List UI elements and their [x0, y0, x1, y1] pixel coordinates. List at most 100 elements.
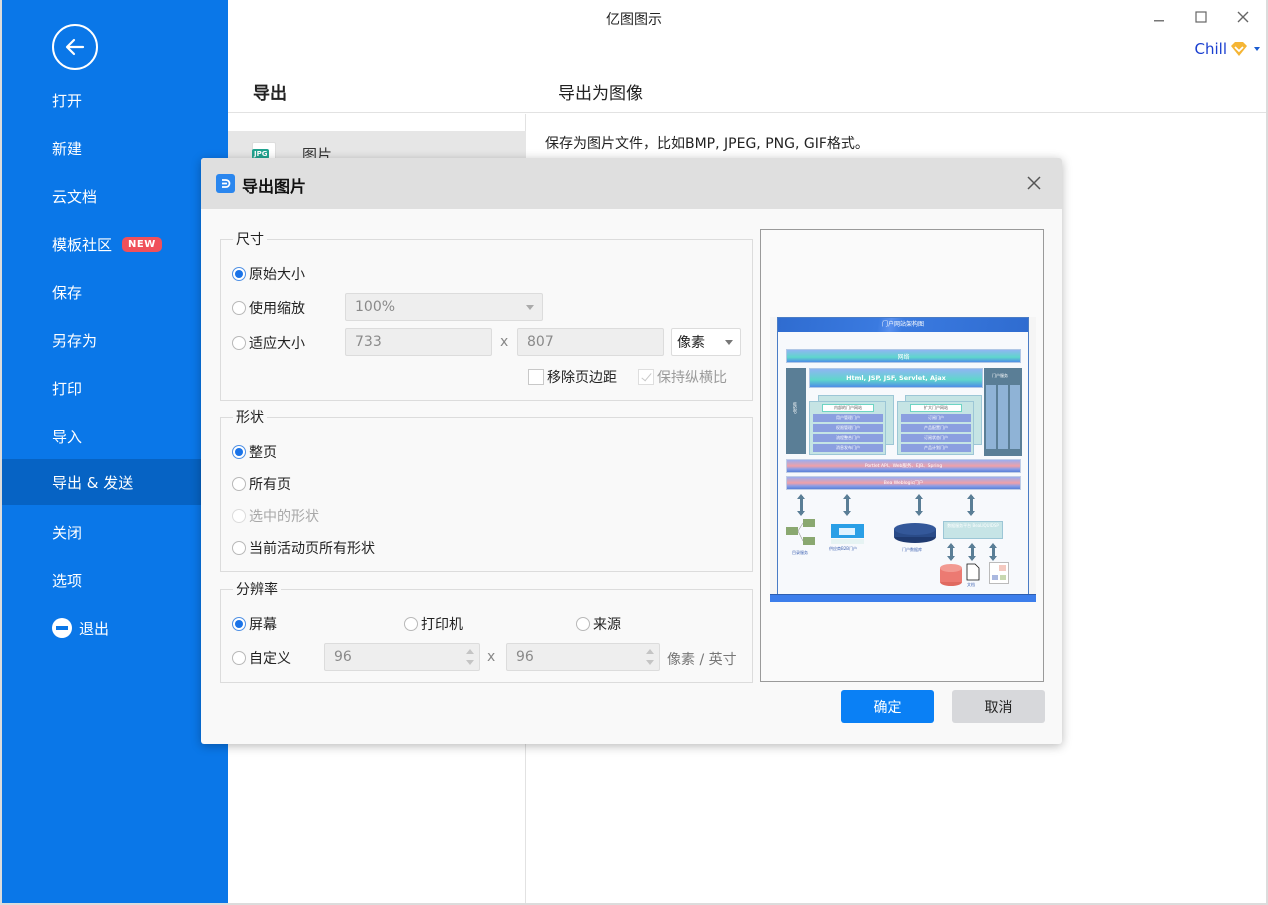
export-subtitle: 导出为图像 — [558, 84, 643, 104]
dpi-y-input[interactable]: 96 — [506, 643, 660, 671]
preview-footer-bar — [770, 594, 1036, 602]
radio-label: 打印机 — [421, 617, 463, 633]
external-portal-row: 订阅门户 — [901, 414, 971, 422]
sidebar-item-label: 打印 — [52, 379, 83, 398]
sidebar-item-close[interactable]: 关闭 — [2, 509, 228, 555]
app-title: 亿图图示 — [606, 12, 662, 28]
title-bar: 亿图图示 Chill — [228, 0, 1266, 58]
minimize-icon — [1154, 20, 1164, 22]
sidebar-item-new[interactable]: 新建 — [2, 125, 228, 171]
sidebar-item-options[interactable]: 选项 — [2, 557, 228, 603]
report-icon — [989, 562, 1009, 584]
radio-label: 自定义 — [249, 651, 291, 667]
document-icon — [966, 563, 980, 581]
unit-value: 像素 — [677, 335, 705, 351]
internal-portal-row: 权限管理门户 — [813, 424, 883, 432]
sidebar-item-open[interactable]: 打开 — [2, 77, 228, 123]
radio-checked-icon — [232, 445, 246, 459]
sidebar-item-label: 云文档 — [52, 187, 98, 206]
zoom-select[interactable]: 100% — [345, 293, 543, 321]
export-title: 导出 — [253, 84, 287, 104]
maximize-icon — [1195, 11, 1207, 23]
dialog-title: 导出图片 — [242, 177, 307, 196]
cancel-button[interactable]: 取消 — [952, 690, 1045, 723]
remove-margin-checkbox[interactable]: 移除页边距 — [528, 367, 617, 387]
internal-portal-label: 内部的门户网站 — [822, 404, 874, 412]
resolution-legend: 分辨率 — [233, 579, 281, 599]
radio-use-zoom[interactable]: 使用缩放 — [232, 298, 305, 318]
chevron-down-icon — [526, 305, 534, 310]
radio-printer[interactable]: 打印机 — [404, 614, 463, 634]
dpi-y-value: 96 — [516, 649, 534, 665]
dpi-unit: 像素 / 英寸 — [667, 652, 737, 668]
radio-current-page-shapes[interactable]: 当前活动页所有形状 — [232, 538, 375, 558]
spinner-icon[interactable] — [466, 648, 474, 666]
keep-aspect-ratio-checkbox[interactable]: 保持纵横比 — [638, 367, 727, 387]
wsrp-label: WSRP — [792, 402, 797, 414]
radio-unchecked-icon — [576, 617, 590, 631]
radio-custom[interactable]: 自定义 — [232, 648, 291, 668]
unit-select[interactable]: 像素 — [671, 328, 741, 356]
radio-selected-shapes[interactable]: 选中的形状 — [232, 506, 319, 526]
external-portal-row: 订阅状态门户 — [901, 434, 971, 442]
data-platform-box: 数据服务平台 BeaLIQUIDSP — [943, 521, 1003, 539]
export-image-dialog: 导出图片 尺寸 原始大小 使用缩放 100% 适应大小 733 x 807 像素… — [201, 158, 1062, 744]
portlet-api-bar: Portlet API、Web服务、EJB、Spring — [786, 459, 1021, 473]
ok-button[interactable]: 确定 — [841, 690, 934, 723]
weblogic-bar: Bea Weblogic门户 — [786, 476, 1021, 490]
spinner-icon[interactable] — [646, 648, 654, 666]
radio-all-pages[interactable]: 所有页 — [232, 474, 291, 494]
double-arrow-icon — [989, 543, 997, 561]
close-window-button[interactable] — [1230, 6, 1256, 28]
external-portal-row: 产品配置门户 — [901, 424, 971, 432]
sidebar-item-label: 导入 — [52, 427, 83, 446]
sidebar-item-save-as[interactable]: 另存为 — [2, 317, 228, 363]
width-input[interactable]: 733 — [345, 328, 492, 356]
radio-source[interactable]: 来源 — [576, 614, 621, 634]
radio-label: 适应大小 — [249, 336, 305, 352]
caption: 文档 — [967, 582, 975, 587]
height-input[interactable]: 807 — [517, 328, 664, 356]
radio-unchecked-icon — [232, 651, 246, 665]
sidebar-item-import[interactable]: 导入 — [2, 413, 228, 459]
sidebar-item-template-community[interactable]: 模板社区 NEW — [2, 221, 228, 267]
dpi-x-input[interactable]: 96 — [324, 643, 480, 671]
radio-whole-page[interactable]: 整页 — [232, 442, 277, 462]
caption: 目录服务 — [792, 550, 808, 555]
checkbox-unchecked-icon — [528, 369, 544, 385]
sidebar-item-export-send[interactable]: 导出 & 发送 — [2, 459, 228, 505]
sidebar-item-print[interactable]: 打印 — [2, 365, 228, 411]
tech-bar: Html, JSP, JSF, Servlet, Ajax — [809, 368, 983, 388]
checkbox-label: 保持纵横比 — [657, 370, 727, 386]
radio-unchecked-icon — [232, 336, 246, 350]
export-description: 保存为图片文件，比如BMP, JPEG, PNG, GIF格式。 — [545, 136, 869, 152]
radio-unchecked-icon — [404, 617, 418, 631]
radio-screen[interactable]: 屏幕 — [232, 614, 277, 634]
resolution-group: 分辨率 屏幕 打印机 来源 自定义 96 x 96 像素 / 英寸 — [220, 579, 753, 683]
shape-group: 形状 整页 所有页 选中的形状 当前活动页所有形状 — [220, 407, 753, 572]
sidebar-item-label: 新建 — [52, 139, 83, 158]
internal-portal-row: 流程整合门户 — [813, 434, 883, 442]
radio-label: 原始大小 — [249, 267, 305, 283]
portal-services-column: 门户服务 — [984, 368, 1022, 456]
app-logo-icon — [216, 174, 235, 193]
wsrp-column: WSRP — [786, 368, 806, 454]
sidebar-item-exit[interactable]: 退出 — [2, 605, 228, 651]
export-header: 导出 导出为图像 — [228, 60, 1266, 113]
maximize-button[interactable] — [1188, 6, 1214, 28]
sidebar-item-save[interactable]: 保存 — [2, 269, 228, 315]
radio-fit-size[interactable]: 适应大小 — [232, 333, 305, 353]
user-menu[interactable]: Chill — [1195, 40, 1260, 58]
radio-original-size[interactable]: 原始大小 — [232, 264, 305, 284]
radio-label: 屏幕 — [249, 617, 277, 633]
radio-label: 选中的形状 — [249, 509, 319, 525]
close-dialog-icon[interactable] — [1024, 173, 1044, 193]
erp-database-icon — [940, 564, 962, 586]
back-button[interactable] — [52, 24, 98, 70]
close-icon — [1237, 11, 1249, 23]
radio-unchecked-icon — [232, 509, 246, 523]
sidebar-item-cloud-docs[interactable]: 云文档 — [2, 173, 228, 219]
sidebar-item-label: 选项 — [52, 571, 83, 590]
minimize-button[interactable] — [1146, 6, 1172, 28]
sidebar-item-label: 导出 & 发送 — [52, 473, 134, 492]
